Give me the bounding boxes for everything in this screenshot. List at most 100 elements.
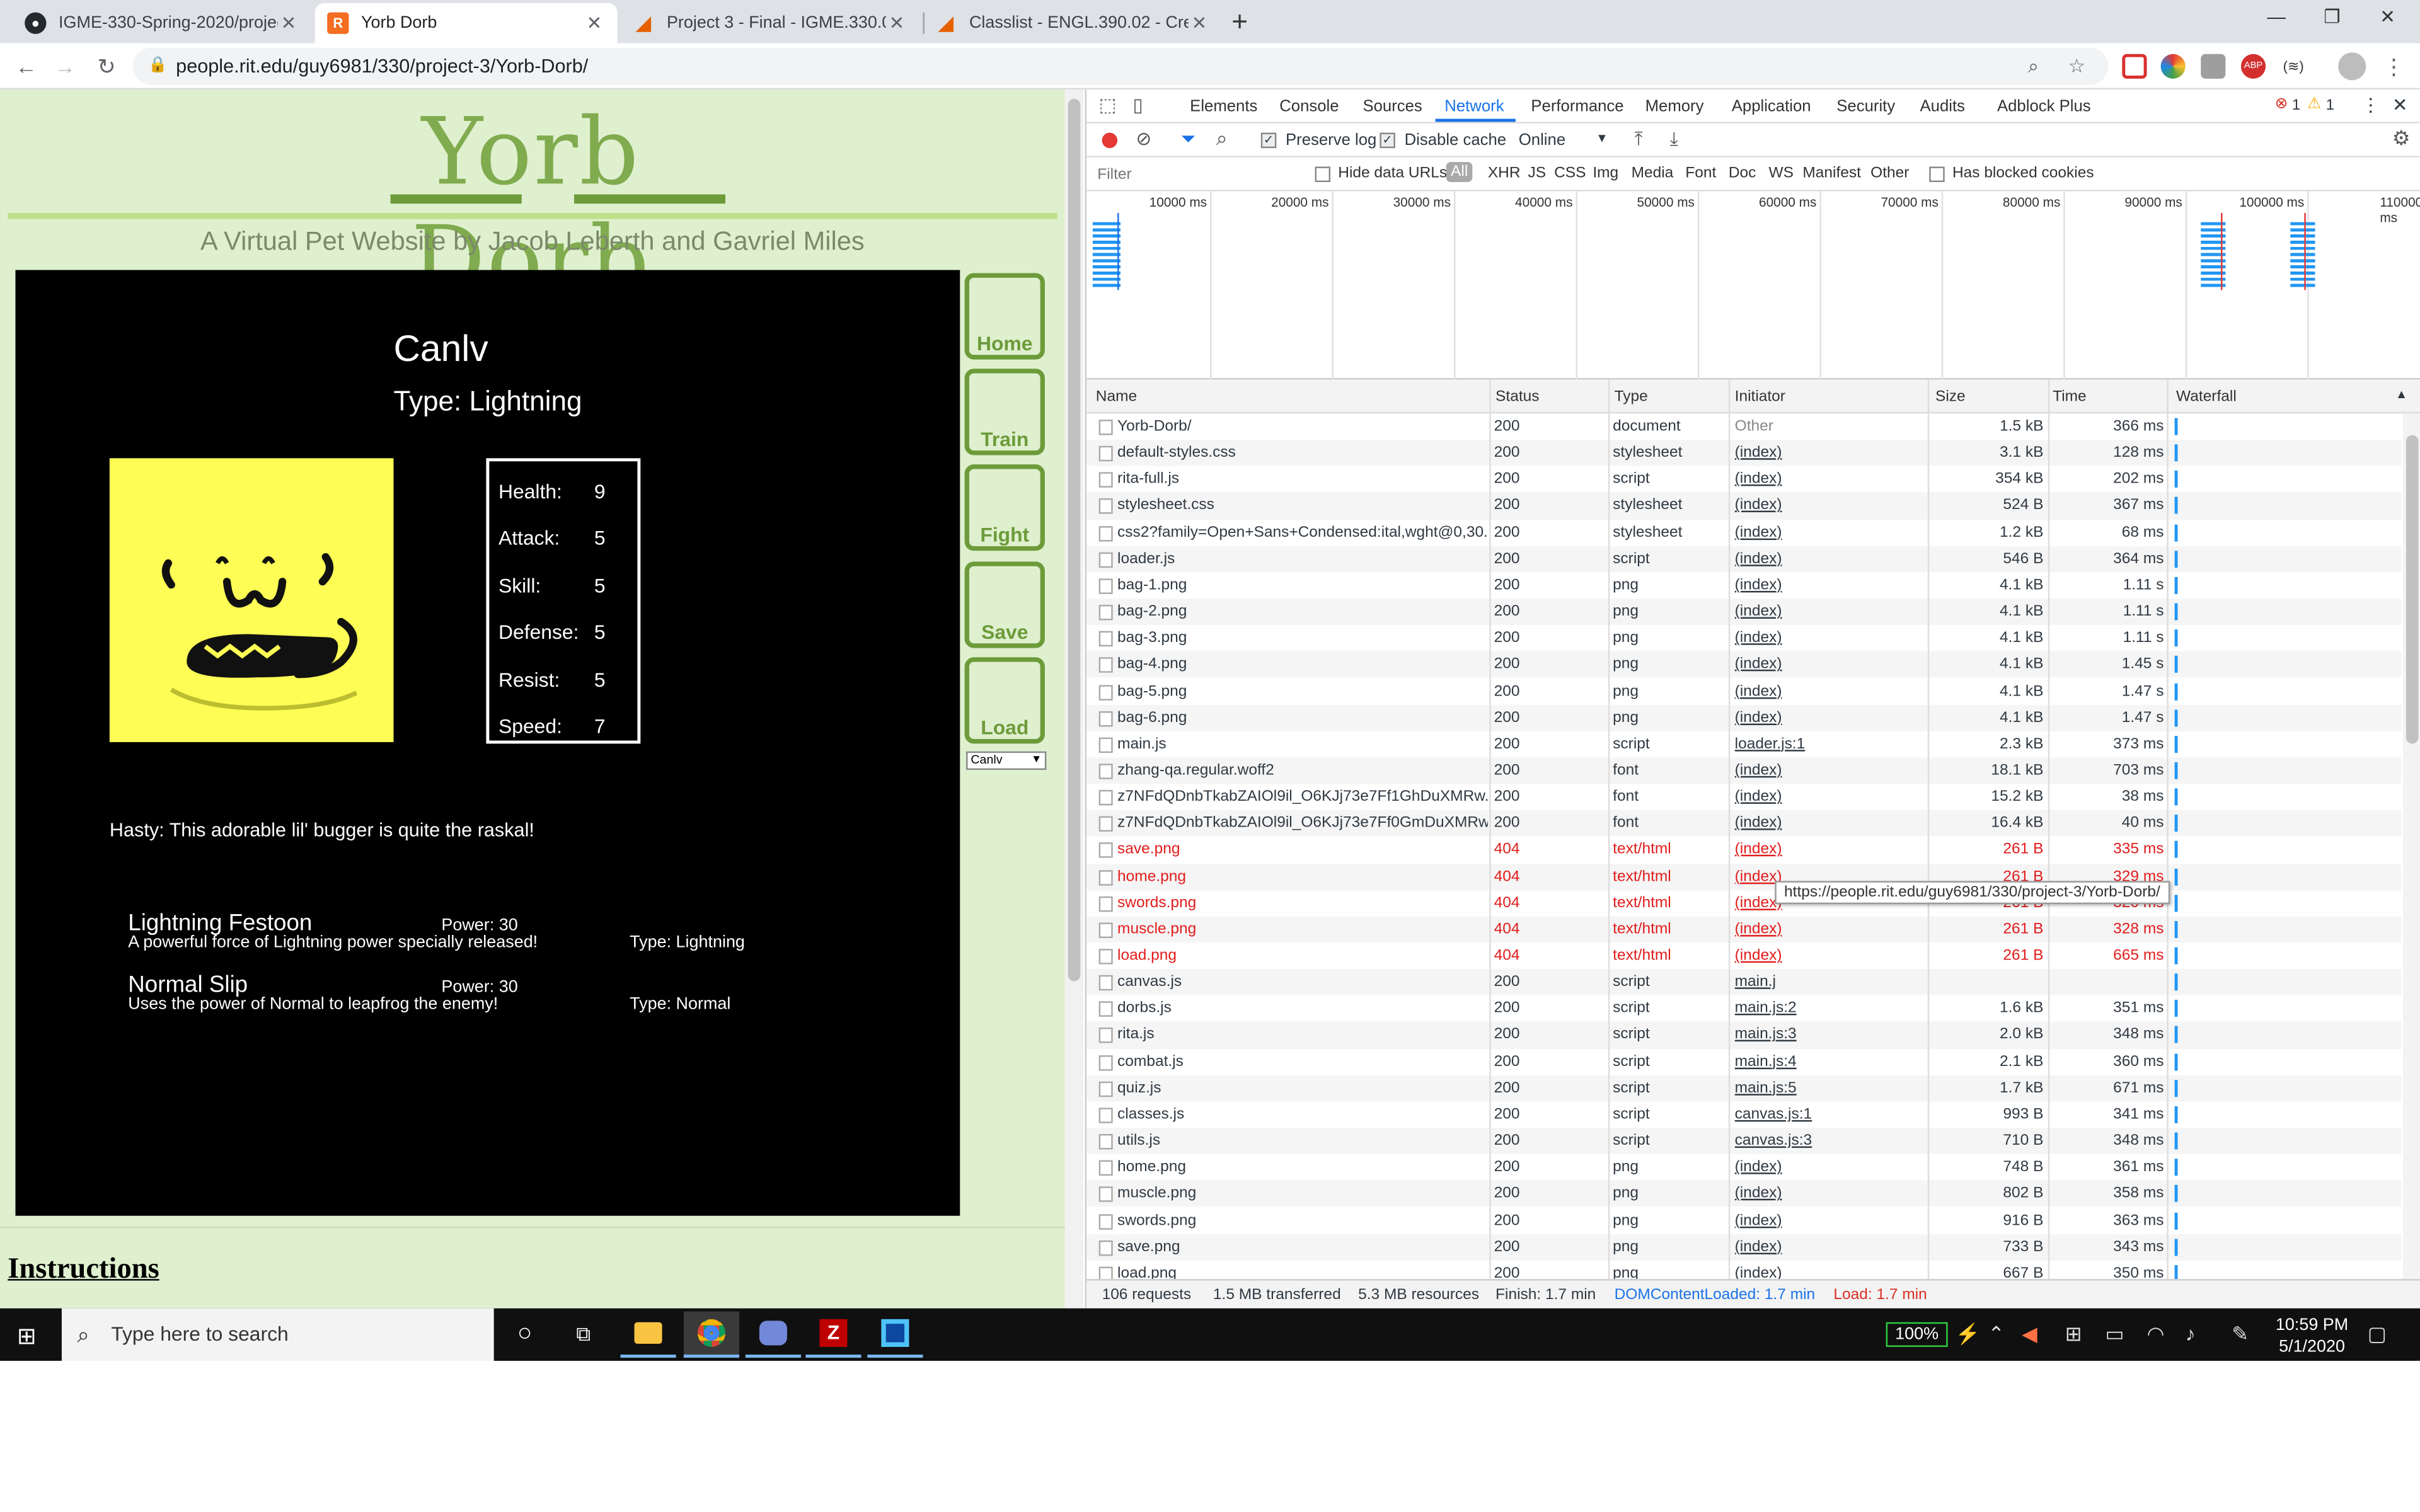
filter-input[interactable] [1092,162,1303,187]
table-row[interactable]: save.png 404 text/html (index) 261 B 335 ms [1086,837,2402,863]
bookmark-star-icon[interactable]: ☆ [2068,48,2085,85]
close-icon[interactable]: ✕ [584,13,605,34]
filter-ws[interactable]: WS [1769,165,1794,182]
request-name[interactable]: classes.js [1117,1101,1488,1128]
filter-all[interactable]: All [1446,162,1473,182]
request-initiator[interactable]: (index) [1735,1260,1923,1280]
request-initiator[interactable]: main.js:3 [1735,1022,1923,1048]
request-initiator[interactable]: (index) [1735,440,1923,466]
request-name[interactable]: css2?family=Open+Sans+Condensed:ital,wgh… [1117,519,1488,546]
request-initiator[interactable]: (index) [1735,546,1923,572]
tab-sources[interactable]: Sources [1363,97,1422,115]
tab-memory[interactable]: Memory [1645,97,1704,115]
request-name[interactable]: canvas.js [1117,969,1488,995]
close-icon[interactable]: ✕ [278,13,299,34]
request-name[interactable]: utils.js [1117,1128,1488,1154]
table-row[interactable]: dorbs.js 200 script main.js:2 1.6 kB 351 ms [1086,995,2402,1022]
pen-icon[interactable]: ✎ [2232,1322,2249,1347]
filter-media[interactable]: Media [1632,165,1674,182]
filter-font[interactable]: Font [1685,165,1716,182]
minimize-button[interactable]: — [2254,6,2300,34]
request-name[interactable]: save.png [1117,1234,1488,1260]
table-row[interactable]: loader.js 200 script (index) 546 B 364 ms [1086,546,2402,573]
request-initiator[interactable]: (index) [1735,598,1923,625]
wifi-icon[interactable]: ◠ [2147,1322,2165,1347]
request-initiator[interactable]: (index) [1735,651,1923,678]
request-name[interactable]: rita.js [1117,1022,1488,1048]
table-row[interactable]: Yorb-Dorb/200 document Other 1.5 kB 366 ms [1086,413,2402,440]
request-name[interactable]: swords.png [1117,1207,1488,1234]
table-row[interactable]: swords.png404text/html(index)261 B320 ms [1086,890,2402,916]
reload-icon[interactable]: ↻ [93,52,120,80]
request-name[interactable]: bag-5.png [1117,678,1488,704]
request-initiator[interactable]: (index) [1735,625,1923,651]
table-row[interactable]: combat.js 200 script main.js:4 2.1 kB 360 ms [1086,1048,2402,1075]
save-button[interactable]: Save [964,561,1045,648]
request-initiator[interactable]: (index) [1735,519,1923,546]
request-name[interactable]: combat.js [1117,1048,1488,1075]
cortana-icon[interactable]: ○ [497,1312,553,1358]
table-row[interactable]: default-styles.css 200 stylesheet (index) 3.… [1086,440,2402,467]
column-name[interactable]: Name [1096,389,1137,406]
table-row[interactable]: zhang-qa.regular.woff2 200 font (index) 18.1… [1086,757,2402,784]
request-initiator[interactable]: main.j [1735,969,1923,995]
clear-icon[interactable]: ⊘ [1136,128,1151,149]
disable-cache-checkbox[interactable]: ✓ [1380,132,1395,149]
filter-other[interactable]: Other [1870,165,1909,182]
pet-select[interactable]: Canlv ▼ [966,751,1047,770]
table-row[interactable]: load.png 200 png (index) 667 B 350 ms [1086,1260,2402,1280]
tab-github[interactable]: ● IGME-330-Spring-2020/project-3 ✕ [13,3,312,43]
request-initiator[interactable]: (index) [1735,678,1923,704]
tab-application[interactable]: Application [1732,97,1811,115]
warning-icon[interactable]: ⚠ [2307,96,2321,113]
request-name[interactable]: zhang-qa.regular.woff2 [1117,757,1488,784]
request-initiator[interactable]: Other [1735,413,1923,440]
tab-elements[interactable]: Elements [1190,97,1257,115]
request-name[interactable]: bag-2.png [1117,598,1488,625]
sort-ascending-icon[interactable]: ▲ [2395,387,2407,401]
table-row[interactable]: swords.png 200 png (index) 916 B 363 ms [1086,1207,2402,1234]
battery-indicator[interactable]: 100% [1886,1322,1948,1347]
table-row[interactable]: z7NFdQDnbTkabZAIOl9il_O6KJj73e7Ff1GhDuXM… [1086,784,2402,810]
tab-console[interactable]: Console [1279,97,1339,115]
power-plug-icon[interactable]: ⚡ [1956,1322,1981,1347]
back-icon[interactable]: ← [13,52,40,80]
network-overview-timeline[interactable]: 10000 ms 20000 ms 30000 ms 40000 ms 5000… [1086,191,2420,380]
table-row[interactable]: bag-3.png 200 png (index) 4.1 kB 1.11 s [1086,625,2402,651]
blocked-cookies-checkbox[interactable] [1929,166,1945,182]
address-bar[interactable]: 🔒 people.rit.edu/guy6981/330/project-3/Y… [132,47,2109,85]
column-status[interactable]: Status [1495,389,1539,406]
inspect-element-icon[interactable]: ⬚ [1099,94,1117,115]
filter-js[interactable]: JS [1528,165,1546,182]
close-icon[interactable]: ✕ [886,13,908,34]
windows-start-icon[interactable]: ⊞ [17,1322,37,1350]
request-name[interactable]: save.png [1117,837,1488,863]
request-initiator[interactable]: (index) [1735,810,1923,837]
table-row[interactable]: rita.js 200 script main.js:3 2.0 kB 348 ms [1086,1022,2402,1049]
column-initiator[interactable]: Initiator [1735,389,1785,406]
request-name[interactable]: home.png [1117,863,1488,890]
app-window-icon[interactable] [867,1312,923,1358]
filter-icon[interactable]: ⏷ [1180,128,1196,151]
table-row[interactable]: home.png 200 png (index) 748 B 361 ms [1086,1154,2402,1181]
settings-gear-icon[interactable]: ⚙ [2392,127,2411,151]
device-toolbar-icon[interactable]: ▯ [1133,94,1143,115]
ext-color-icon[interactable] [2160,54,2186,79]
tab-security[interactable]: Security [1836,97,1895,115]
file-explorer-icon[interactable] [620,1312,676,1358]
task-view-icon[interactable]: ⧉ [556,1312,611,1358]
request-name[interactable]: swords.png [1117,890,1488,916]
request-initiator[interactable]: (index) [1735,493,1923,519]
tab-adblock-plus[interactable]: Adblock Plus [1997,97,2091,115]
filter-manifest[interactable]: Manifest [1802,165,1861,182]
table-row[interactable]: save.png 200 png (index) 733 B 343 ms [1086,1234,2402,1261]
request-initiator[interactable]: (index) [1735,837,1923,863]
error-icon[interactable]: ⊗ [2275,96,2288,113]
hide-data-urls-checkbox[interactable] [1315,166,1331,182]
devtools-menu-icon[interactable]: ⋮ [2361,94,2380,115]
request-initiator[interactable]: main.js:5 [1735,1075,1923,1101]
table-row[interactable]: bag-5.png 200 png (index) 4.1 kB 1.47 s [1086,678,2402,704]
request-name[interactable]: quiz.js [1117,1075,1488,1101]
column-waterfall[interactable]: Waterfall [2176,389,2237,406]
request-name[interactable]: main.js [1117,731,1488,757]
